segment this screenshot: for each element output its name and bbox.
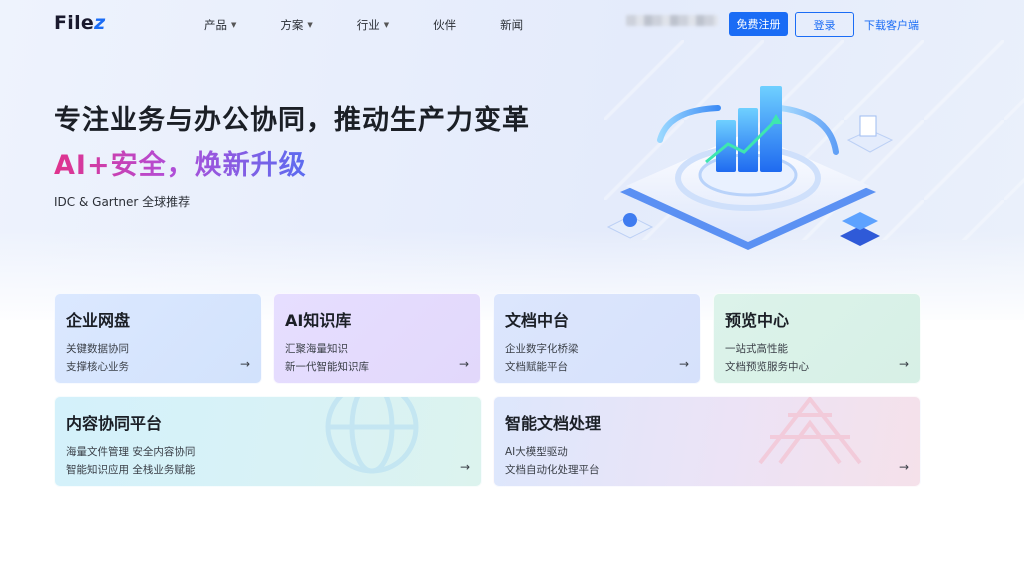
register-button[interactable]: 免费注册 — [729, 12, 788, 36]
chevron-down-icon: ▼ — [307, 21, 313, 29]
card-document-hub[interactable]: 文档中台 企业数字化桥梁 文档赋能平台 → — [493, 293, 701, 384]
card-line: 支撑核心业务 — [66, 361, 129, 373]
card-line: 汇聚海量知识 — [285, 343, 348, 355]
arrow-right-icon[interactable]: → — [459, 357, 469, 371]
card-line: 智能知识应用 全栈业务赋能 — [66, 464, 196, 476]
nav-item-solutions[interactable]: 方案 ▼ — [280, 17, 312, 33]
card-line: 文档赋能平台 — [505, 361, 568, 373]
chevron-down-icon: ▼ — [383, 21, 390, 29]
download-client-link[interactable]: 下载客户端 — [864, 17, 919, 33]
card-content-collaboration[interactable]: 内容协同平台 海量文件管理 安全内容协同 智能知识应用 全栈业务赋能 → — [54, 396, 482, 487]
card-line: 文档自动化处理平台 — [505, 464, 600, 476]
arrow-right-icon[interactable]: → — [899, 357, 909, 371]
card-title: 智能文档处理 — [505, 414, 602, 433]
arrow-right-icon[interactable]: → — [899, 460, 909, 474]
card-line: 一站式高性能 — [725, 343, 788, 355]
card-enterprise-drive[interactable]: 企业网盘 关键数据协同 支撑核心业务 → — [54, 293, 262, 384]
card-line: AI大模型驱动 — [505, 446, 568, 458]
card-title: 文档中台 — [505, 311, 570, 330]
card-title: 企业网盘 — [66, 311, 131, 330]
nav-item-products[interactable]: 产品 ▼ — [204, 17, 236, 33]
document-stack-icon — [846, 115, 894, 153]
card-line: 关键数据协同 — [66, 343, 129, 355]
arrow-right-icon[interactable]: → — [240, 357, 250, 371]
chevron-down-icon: ▼ — [231, 21, 237, 29]
card-line: 海量文件管理 安全内容协同 — [66, 446, 196, 458]
hero-illustration — [606, 86, 894, 250]
login-button[interactable]: 登录 — [795, 12, 854, 37]
card-title: 预览中心 — [725, 311, 790, 330]
hero-title: 专注业务与办公协同，推动生产力变革 — [54, 105, 530, 136]
blurred-user-info — [626, 15, 718, 26]
card-title: 内容协同平台 — [66, 414, 163, 433]
arrow-right-icon[interactable]: → — [679, 357, 689, 371]
bar-chart-icon — [705, 86, 782, 172]
hero-note: IDC & Gartner 全球推荐 — [54, 195, 191, 209]
card-title: AI知识库 — [285, 311, 352, 330]
hero-subtitle: AI+安全，焕新升级 — [54, 143, 307, 182]
cube-icon — [840, 212, 880, 246]
card-ai-knowledge-base[interactable]: AI知识库 汇聚海量知识 新一代智能知识库 → — [273, 293, 481, 384]
nav-item-industries[interactable]: 行业 ▼ — [357, 17, 389, 33]
card-intelligent-document-processing[interactable]: 智能文档处理 AI大模型驱动 文档自动化处理平台 → — [493, 396, 921, 487]
card-preview-center[interactable]: 预览中心 一站式高性能 文档预览服务中心 → — [713, 293, 921, 384]
shield-box-icon — [606, 213, 654, 239]
card-line: 文档预览服务中心 — [725, 361, 809, 373]
globe-icon — [325, 397, 419, 474]
card-line: 新一代智能知识库 — [285, 361, 369, 373]
filez-logo[interactable]: Filez — [54, 12, 105, 34]
arrow-right-icon[interactable]: → — [460, 460, 470, 474]
network-icon — [758, 397, 862, 465]
nav-item-news[interactable]: 新闻 — [500, 17, 523, 33]
top-header: Filez 产品 ▼ 方案 ▼ 行业 ▼ 伙伴 新闻 免费注册 登录 下载客户端 — [0, 0, 1024, 48]
main-nav: 产品 ▼ 方案 ▼ 行业 ▼ 伙伴 新闻 — [204, 17, 567, 33]
nav-item-partners[interactable]: 伙伴 — [433, 17, 456, 33]
card-line: 企业数字化桥梁 — [505, 343, 579, 355]
